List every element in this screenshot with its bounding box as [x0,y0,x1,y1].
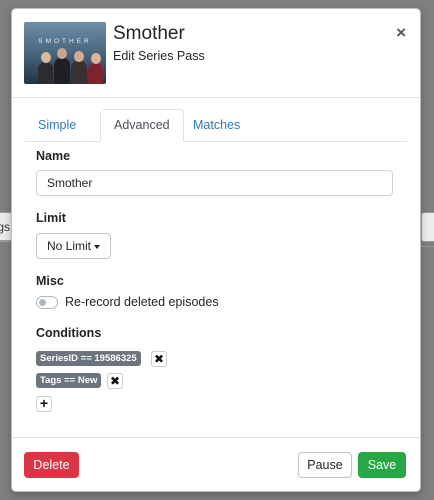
series-thumbnail: SMOTHER [24,22,106,84]
condition-badge: Tags == New [36,373,102,388]
modal-title: Smother [113,23,185,44]
toggle-knob [39,299,46,306]
tab-matches[interactable]: Matches [180,110,253,140]
limit-dropdown[interactable]: No Limit [36,233,111,259]
thumbnail-title-art: SMOTHER [38,38,92,45]
condition-badge: SeriesID == 19586325 [36,351,141,366]
limit-value: No Limit [47,239,92,253]
tab-simple[interactable]: Simple [25,110,89,140]
remove-condition-icon[interactable]: ✖ [107,373,123,389]
misc-label: Misc [36,274,64,288]
tab-bar: Simple Advanced Matches [25,109,407,142]
edit-series-pass-modal: SMOTHER Smother Edit Series Pass × Simpl… [11,8,421,492]
name-input[interactable]: Smother [36,170,393,196]
add-condition-icon[interactable]: + [36,396,52,412]
rerecord-label: Re-record deleted episodes [65,295,219,309]
tab-advanced[interactable]: Advanced [100,109,184,142]
pause-button[interactable]: Pause [298,452,352,478]
save-button[interactable]: Save [358,452,406,478]
modal-subtitle: Edit Series Pass [113,49,205,63]
rerecord-toggle[interactable] [36,296,58,309]
modal-header: SMOTHER Smother Edit Series Pass × [12,9,420,98]
caret-down-icon [94,245,100,249]
background-input-fragment [421,212,434,242]
delete-button[interactable]: Delete [24,452,79,478]
limit-label: Limit [36,211,66,225]
name-label: Name [36,149,71,163]
modal-footer: Delete Pause Save [12,437,420,491]
background-divider [422,246,434,247]
conditions-label: Conditions [36,326,102,340]
close-icon[interactable]: × [396,23,406,43]
remove-condition-icon[interactable]: ✖ [151,351,167,367]
